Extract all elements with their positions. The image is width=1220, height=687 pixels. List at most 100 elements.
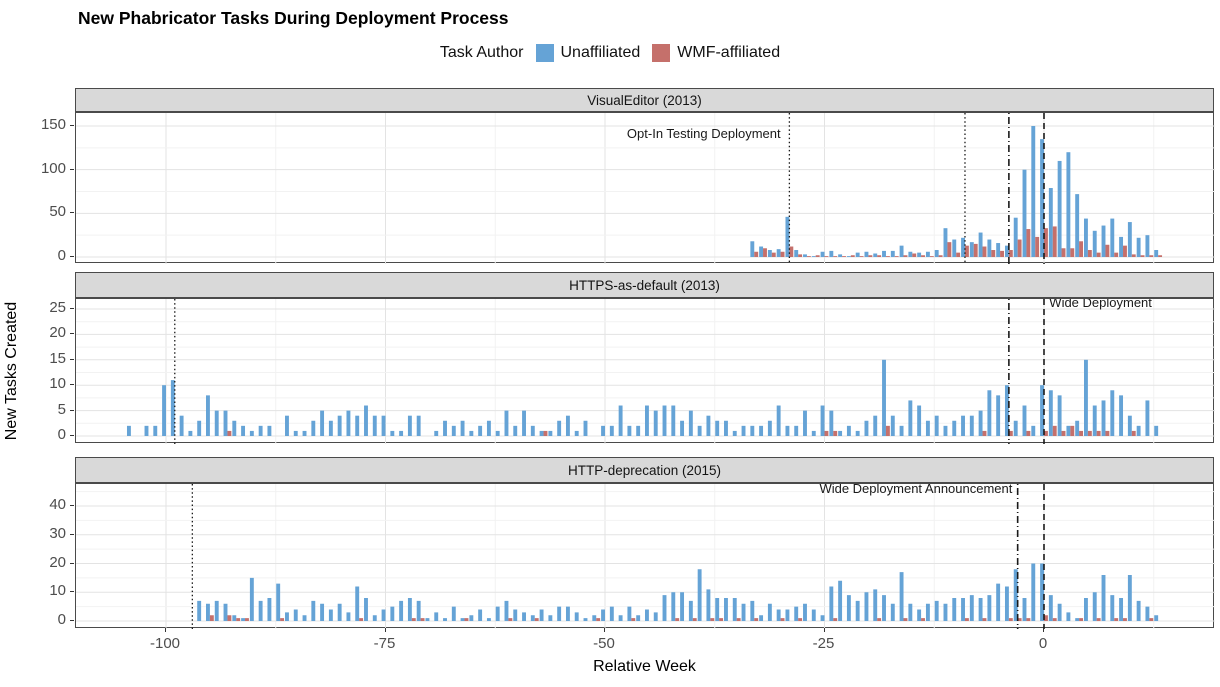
bar-unaffiliated (847, 595, 851, 621)
bar-unaffiliated (742, 604, 746, 621)
bar-unaffiliated (759, 426, 763, 436)
bar-unaffiliated (1005, 587, 1009, 622)
bar-unaffiliated (1058, 604, 1062, 621)
bar-unaffiliated (1049, 595, 1053, 621)
bar-unaffiliated (715, 598, 719, 621)
bar-wmf-affiliated (1070, 248, 1074, 257)
bar-unaffiliated (452, 426, 456, 436)
bar-unaffiliated (961, 598, 965, 621)
y-tick-mark (70, 410, 74, 411)
y-tick-label: 0 (24, 247, 66, 264)
bar-unaffiliated (478, 426, 482, 436)
bar-unaffiliated (812, 610, 816, 622)
bar-unaffiliated (127, 426, 131, 436)
bar-unaffiliated (1154, 426, 1158, 436)
bar-unaffiliated (540, 610, 544, 622)
bar-wmf-affiliated (939, 255, 943, 257)
bar-wmf-affiliated (912, 254, 916, 257)
bar-unaffiliated (197, 601, 201, 621)
y-tick-label: 30 (24, 525, 66, 542)
bar-unaffiliated (399, 601, 403, 621)
bar-unaffiliated (145, 426, 149, 436)
facet-panel-visualeditor: Opt-In Testing Deployment (75, 112, 1214, 263)
bar-wmf-affiliated (991, 250, 995, 257)
bar-unaffiliated (1145, 607, 1149, 621)
bar-wmf-affiliated (754, 618, 758, 621)
y-tick-mark (70, 308, 74, 309)
y-tick-mark (70, 125, 74, 126)
bar-unaffiliated (742, 426, 746, 436)
bar-unaffiliated (838, 431, 842, 436)
bar-unaffiliated (838, 581, 842, 621)
bar-wmf-affiliated (1105, 431, 1109, 436)
annotation-text: Opt-In Testing Deployment (627, 126, 781, 141)
bar-unaffiliated (777, 406, 781, 436)
bar-wmf-affiliated (1149, 618, 1153, 621)
x-tick-label: -75 (360, 635, 410, 652)
bar-wmf-affiliated (781, 618, 785, 621)
bar-wmf-affiliated (983, 618, 987, 621)
bar-unaffiliated (346, 411, 350, 436)
unaffiliated-swatch (536, 44, 554, 62)
y-tick-mark (70, 505, 74, 506)
bar-unaffiliated (680, 592, 684, 621)
bar-unaffiliated (891, 604, 895, 621)
bar-wmf-affiliated (807, 256, 811, 257)
bar-unaffiliated (224, 411, 228, 436)
bar-unaffiliated (821, 615, 825, 621)
facet-plot-1: Wide Deployment (76, 299, 1215, 444)
bar-wmf-affiliated (1018, 240, 1022, 257)
bar-unaffiliated (645, 406, 649, 436)
x-tick-label: -50 (579, 635, 629, 652)
bar-wmf-affiliated (544, 431, 548, 436)
bar-unaffiliated (619, 615, 623, 621)
bar-wmf-affiliated (1088, 431, 1092, 436)
y-tick-mark (70, 591, 74, 592)
bar-unaffiliated (1128, 416, 1132, 436)
bar-unaffiliated (829, 251, 833, 257)
bar-unaffiliated (408, 416, 412, 436)
bar-wmf-affiliated (1053, 618, 1057, 621)
bar-unaffiliated (1031, 426, 1035, 436)
bar-unaffiliated (487, 421, 491, 436)
facet-strip-label: VisualEditor (2013) (587, 93, 702, 108)
bar-unaffiliated (1119, 598, 1123, 621)
bar-unaffiliated (1119, 237, 1123, 257)
bar-unaffiliated (619, 406, 623, 436)
bar-unaffiliated (311, 601, 315, 621)
bar-wmf-affiliated (359, 618, 363, 621)
bar-wmf-affiliated (1132, 431, 1136, 436)
bar-unaffiliated (1075, 194, 1079, 257)
bar-wmf-affiliated (851, 255, 855, 257)
y-tick-label: 150 (24, 116, 66, 133)
bar-unaffiliated (935, 601, 939, 621)
bar-unaffiliated (338, 416, 342, 436)
bar-unaffiliated (803, 411, 807, 436)
bar-unaffiliated (908, 400, 912, 436)
bar-unaffiliated (1049, 188, 1053, 257)
bar-wmf-affiliated (904, 618, 908, 621)
bar-wmf-affiliated (1114, 618, 1118, 621)
bar-unaffiliated (794, 426, 798, 436)
bar-unaffiliated (294, 610, 298, 622)
bar-wmf-affiliated (1079, 431, 1083, 436)
bar-unaffiliated (865, 252, 869, 257)
bar-unaffiliated (1023, 406, 1027, 436)
facet-panel-https-default: Wide Deployment (75, 298, 1214, 443)
bar-unaffiliated (1075, 421, 1079, 436)
bar-unaffiliated (206, 395, 210, 436)
bar-unaffiliated (443, 421, 447, 436)
bar-unaffiliated (987, 595, 991, 621)
bar-unaffiliated (979, 233, 983, 257)
bar-wmf-affiliated (508, 618, 512, 621)
bar-wmf-affiliated (1132, 254, 1136, 257)
bar-unaffiliated (610, 607, 614, 621)
bar-unaffiliated (575, 612, 579, 621)
bar-unaffiliated (241, 426, 245, 436)
bar-unaffiliated (215, 601, 219, 621)
bar-unaffiliated (785, 426, 789, 436)
bar-wmf-affiliated (930, 256, 934, 257)
bar-unaffiliated (1075, 618, 1079, 621)
bar-unaffiliated (900, 246, 904, 257)
bar-wmf-affiliated (877, 618, 881, 621)
